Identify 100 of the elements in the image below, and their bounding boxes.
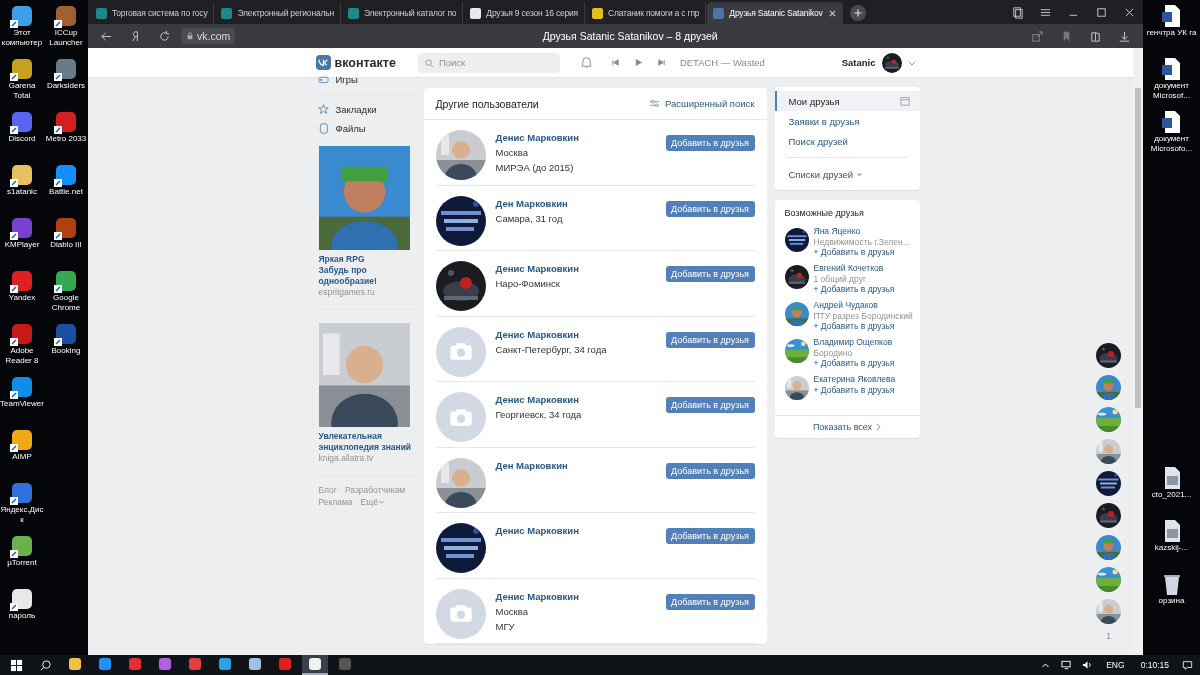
add-friend-button[interactable]: Добавить в друзья — [665, 528, 755, 544]
collections-icon[interactable] — [1089, 29, 1102, 43]
app-icon[interactable] — [54, 163, 78, 187]
person-detail: Георгиевск, 34 года — [495, 408, 583, 421]
download-icon[interactable] — [1118, 29, 1131, 43]
person-name[interactable]: Андрей Чудаков — [813, 300, 910, 311]
menu-icon[interactable] — [1039, 6, 1052, 19]
ad-title[interactable]: Увлекательная энциклопедия знаний — [318, 431, 416, 453]
app-icon[interactable] — [10, 4, 34, 28]
chevron-icon — [876, 423, 882, 431]
plus-icon[interactable] — [849, 5, 866, 21]
app-icon[interactable] — [54, 110, 78, 134]
add-friend-link[interactable]: + Добавить в друзья — [813, 358, 895, 369]
show-all-link[interactable]: Показать всех — [774, 415, 920, 438]
app-icon[interactable] — [54, 57, 78, 81]
icon-label: генчтра УК га — [1145, 28, 1198, 38]
person-name[interactable]: Екатерина Яковлева — [813, 374, 896, 385]
app-icon[interactable] — [54, 269, 78, 293]
add-friend-button[interactable]: Добавить в друзья — [665, 397, 755, 413]
add-friend-link[interactable]: + Добавить в друзья — [813, 321, 910, 332]
vk-logo[interactable]: вконтакте — [315, 55, 396, 70]
person-name[interactable]: Ден Марковкин — [495, 196, 666, 210]
icon-label: Diablo III — [49, 240, 83, 250]
add-friend-button[interactable]: Добавить в друзья — [665, 593, 755, 610]
star-icon — [317, 104, 329, 115]
app-icon[interactable] — [10, 269, 34, 293]
share-icon[interactable] — [1031, 29, 1044, 43]
menu-item[interactable]: Закладки — [335, 104, 377, 115]
person-name[interactable]: Яна Яценко — [813, 226, 910, 237]
app-icon[interactable] — [10, 534, 34, 558]
add-friend-link[interactable]: + Добавить в друзья — [813, 247, 910, 258]
person-name[interactable]: Денис Марковкин — [495, 262, 666, 275]
friend-lists-dropdown[interactable]: Списки друзей — [774, 164, 920, 184]
app-icon[interactable] — [10, 428, 34, 452]
person-name[interactable]: Владимир Ощепков — [813, 337, 895, 348]
app-icon[interactable] — [54, 4, 78, 28]
gamepad-icon — [317, 74, 329, 85]
close-icon[interactable] — [827, 8, 837, 18]
add-friend-link[interactable]: + Добавить в друзья — [813, 384, 896, 395]
browser-tab[interactable]: Друзья Satanic Satanikov — [707, 2, 843, 24]
person-name[interactable]: Денис Марковкин — [495, 327, 666, 341]
menu-item[interactable]: Игры — [335, 74, 358, 85]
add-friend-button[interactable]: Добавить в друзья — [665, 266, 755, 282]
search-icon[interactable] — [39, 658, 52, 672]
menu-item[interactable]: Мои друзья — [774, 91, 920, 111]
app-icon[interactable] — [10, 163, 34, 187]
search-field[interactable]: Поиск — [417, 52, 560, 73]
person-name[interactable]: Денис Марковкин — [495, 131, 666, 144]
menu-item[interactable]: Заявки в друзья — [774, 111, 920, 131]
add-friend-button[interactable]: Добавить в друзья — [665, 462, 755, 479]
add-friend-button[interactable]: Добавить в друзья — [665, 331, 755, 348]
app-icon[interactable] — [54, 322, 78, 346]
close-icon[interactable] — [1123, 6, 1136, 19]
person-name[interactable]: Денис Марковкин — [495, 589, 666, 603]
reload-icon[interactable] — [158, 29, 171, 43]
app-icon[interactable] — [10, 110, 34, 134]
app-icon[interactable] — [10, 322, 34, 346]
ad-text[interactable]: Забудь про однообразие! — [318, 265, 416, 287]
play-icon[interactable] — [633, 58, 643, 67]
person-name[interactable]: Ден Марковкин — [495, 458, 666, 472]
add-friend-link[interactable]: + Добавить в друзья — [813, 284, 895, 295]
icon-label: KMPlayer — [3, 240, 41, 250]
tabs-icon[interactable] — [1011, 6, 1024, 19]
maximize-icon[interactable] — [1095, 6, 1108, 19]
app-icon[interactable] — [10, 57, 34, 81]
windows-icon[interactable] — [10, 658, 23, 672]
user-name[interactable]: Satanic — [841, 57, 876, 68]
ad-title[interactable]: Яркая RPG — [318, 254, 416, 265]
person-detail: 1 общий друг — [813, 273, 867, 284]
person-name[interactable]: Денис Марковкин — [495, 524, 666, 537]
next-icon[interactable] — [656, 58, 666, 67]
person-detail: Наро-Фоминск — [495, 277, 561, 290]
person-name[interactable]: Евгений Кочетков — [813, 263, 895, 274]
app-icon[interactable] — [10, 587, 34, 611]
app-icon[interactable] — [54, 216, 78, 240]
clock[interactable]: 0:10:15 — [1140, 660, 1169, 670]
menu-item[interactable]: Поиск друзей — [774, 131, 920, 151]
notification-icon[interactable] — [1182, 660, 1193, 670]
address-field[interactable]: vk.com — [181, 28, 236, 44]
section-title: Другие пользователи — [435, 97, 539, 110]
bell-icon[interactable] — [579, 56, 593, 69]
page-title: Друзья Satanic Satanikov – 8 друзей — [542, 30, 718, 42]
advanced-search-link[interactable]: Расширенный поиск — [665, 98, 755, 109]
speaker-icon[interactable] — [1082, 660, 1094, 670]
icon-label: ICCup Launcher — [48, 28, 84, 48]
scrollbar[interactable] — [1135, 88, 1141, 408]
icon-label: kazskij-... — [1153, 543, 1190, 553]
app-icon[interactable] — [10, 375, 34, 399]
previous-icon[interactable] — [610, 58, 620, 67]
icon-label: AIMP — [11, 452, 33, 462]
app-icon[interactable] — [10, 216, 34, 240]
track-title[interactable]: DETACH — Wasted — [679, 57, 765, 68]
person-name[interactable]: Денис Марковкин — [495, 393, 666, 406]
add-friend-button[interactable]: Добавить в друзья — [665, 200, 755, 217]
icon-label: документ Microsofo... — [1149, 134, 1194, 154]
menu-item[interactable]: Файлы — [335, 123, 366, 134]
app-icon[interactable] — [10, 481, 34, 505]
add-friend-button[interactable]: Добавить в друзья — [665, 135, 755, 151]
language-indicator[interactable]: ENG — [1106, 660, 1125, 670]
taskbar-app[interactable] — [302, 655, 328, 675]
